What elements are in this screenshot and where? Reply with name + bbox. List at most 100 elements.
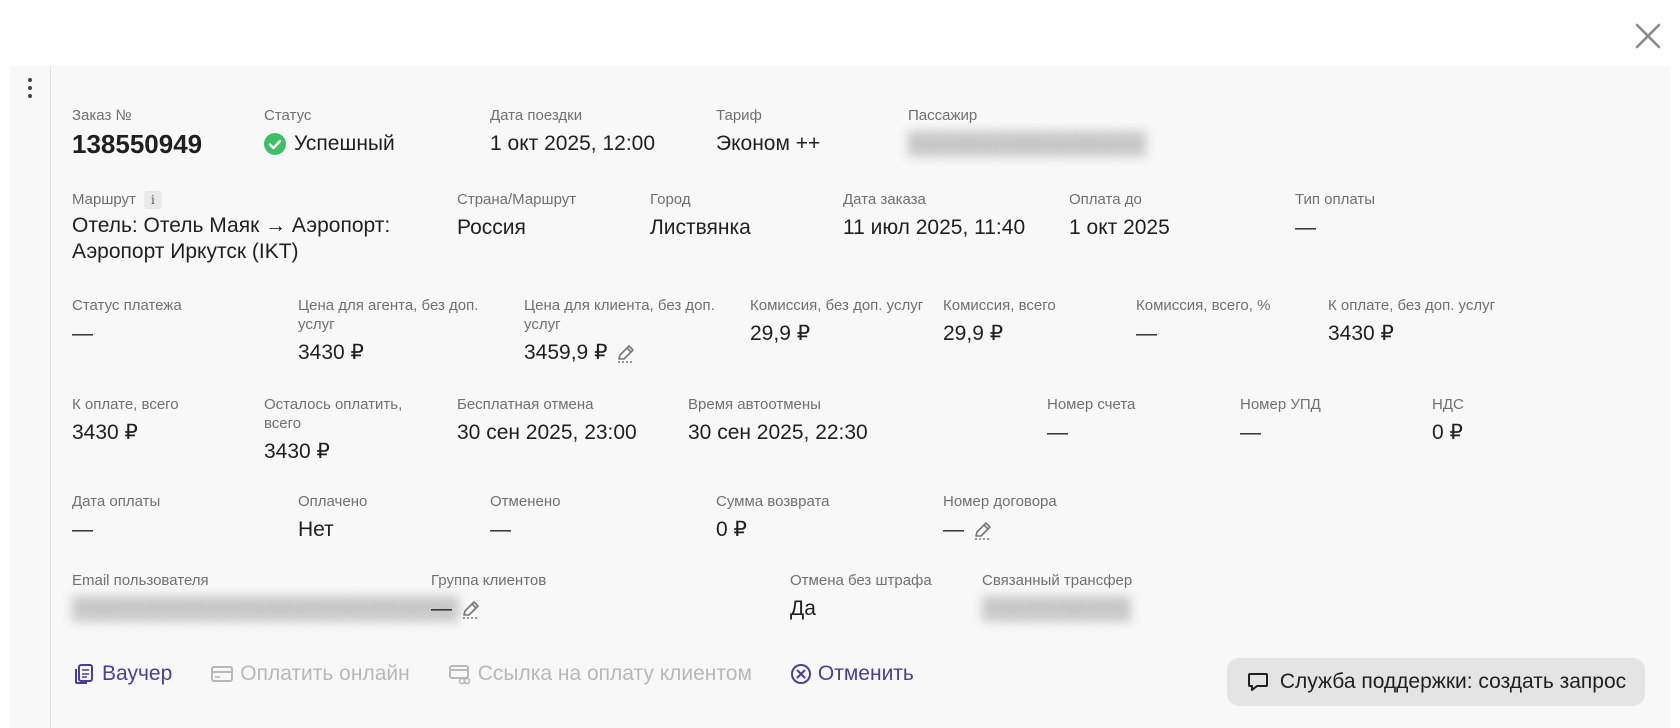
edit-pencil-icon[interactable] [460, 598, 482, 620]
tariff-label: Тариф [716, 107, 762, 124]
contract-label: Номер договора [943, 493, 1057, 510]
order-number-label: Заказ № [72, 107, 132, 124]
agent-price-value: 3430 ₽ [298, 341, 364, 364]
order-date-field: Дата заказа 11 июл 2025, 11:40 [843, 190, 1025, 241]
remaining-field: Осталось оплатить, всего 3430 ₽ [264, 395, 402, 465]
action-bar: Ваучер Оплатить онлайн Ссылка на оплату … [72, 662, 952, 686]
paid-label: Оплачено [298, 493, 368, 510]
cancelled-label: Отменено [490, 493, 561, 510]
refund-value: 0 ₽ [716, 518, 747, 541]
paid-date-field: Дата оплаты — [72, 492, 160, 543]
paid-date-label: Дата оплаты [72, 493, 161, 510]
success-check-icon [264, 133, 286, 155]
status-label: Статус [264, 107, 312, 124]
free-cancel-label: Бесплатная отмена [457, 396, 594, 413]
support-request-button[interactable]: Служба поддержки: создать запрос [1227, 658, 1645, 706]
info-icon[interactable]: i [143, 191, 162, 210]
cancelled-field: Отменено — [490, 492, 560, 543]
remaining-label-1: Осталось оплатить, [264, 396, 403, 413]
commission-pct-label: Комиссия, всего, % [1136, 297, 1271, 314]
trip-date-value: 1 окт 2025, 12:00 [490, 132, 656, 155]
edit-pencil-icon[interactable] [972, 519, 994, 541]
cancel-order-label: Отменить [817, 662, 914, 685]
status-field: Статус Успешный [264, 106, 395, 157]
client-group-label: Группа клиентов [431, 572, 547, 589]
linked-transfer-field: Связанный трансфер ██████████ [982, 571, 1132, 622]
no-penalty-label: Отмена без штрафа [790, 572, 932, 589]
email-label: Email пользователя [72, 572, 209, 589]
order-date-value: 11 июл 2025, 11:40 [843, 216, 1026, 239]
country-label: Страна/Маршрут [457, 191, 577, 208]
route-line-1: Отель: Отель Маяк → Аэропорт: [72, 214, 391, 238]
city-label: Город [650, 191, 691, 208]
passenger-label: Пассажир [908, 107, 978, 124]
route-label: Маршрут i [72, 190, 432, 210]
upd-label: Номер УПД [1240, 396, 1321, 413]
commission-total-field: Комиссия, всего 29,9 ₽ [943, 296, 1056, 347]
credit-card-icon [211, 666, 234, 682]
no-penalty-field: Отмена без штрафа Да [790, 571, 932, 622]
payment-link-label: Ссылка на оплату клиентом [477, 662, 752, 685]
client-price-value: 3459,9 ₽ [524, 341, 608, 364]
payment-link-button[interactable]: Ссылка на оплату клиентом [448, 662, 752, 686]
refund-field: Сумма возврата 0 ₽ [716, 492, 830, 543]
to-pay-total-value: 3430 ₽ [72, 421, 138, 444]
commission-pct-field: Комиссия, всего, % — [1136, 296, 1270, 347]
free-cancel-field: Бесплатная отмена 30 сен 2025, 23:00 [457, 395, 637, 446]
country-field: Страна/Маршрут Россия [457, 190, 576, 241]
cancelled-value: — [490, 518, 511, 541]
tariff-value: Эконом ++ [716, 132, 821, 155]
upd-field: Номер УПД — [1240, 395, 1321, 446]
order-number: 138550949 [72, 129, 203, 159]
pay-online-label: Оплатить онлайн [240, 662, 410, 685]
cancel-circle-icon [790, 664, 811, 684]
commission-value: 29,9 ₽ [750, 322, 811, 345]
refund-label: Сумма возврата [716, 493, 830, 510]
close-icon[interactable] [1632, 20, 1664, 52]
country-value: Россия [457, 216, 526, 239]
paid-date-value: — [72, 518, 93, 541]
client-group-value: — [431, 597, 452, 620]
agent-price-label-2: услуг [298, 316, 335, 333]
tariff-field: Тариф Эконом ++ [716, 106, 820, 157]
contract-value: — [943, 518, 964, 541]
upd-value: — [1240, 421, 1261, 444]
to-pay-total-field: К оплате, всего 3430 ₽ [72, 395, 179, 446]
invoice-value: — [1047, 421, 1068, 444]
city-value: Листвянка [650, 216, 751, 239]
to-pay-no-extra-field: К оплате, без доп. услуг 3430 ₽ [1328, 296, 1495, 347]
chat-bubble-icon [1247, 673, 1268, 691]
edit-pencil-icon[interactable] [615, 342, 637, 364]
trip-date-field: Дата поездки 1 окт 2025, 12:00 [490, 106, 655, 157]
support-request-label: Служба поддержки: создать запрос [1279, 670, 1627, 693]
vat-field: НДС 0 ₽ [1432, 395, 1464, 446]
order-number-field: Заказ № 138550949 [72, 106, 202, 159]
linked-transfer-value-redacted: ██████████ [982, 597, 1131, 620]
auto-cancel-value: 30 сен 2025, 22:30 [688, 421, 868, 444]
client-price-label-1: Цена для клиента, без доп. [524, 297, 715, 314]
agent-price-field: Цена для агента, без доп. услуг 3430 ₽ [298, 296, 478, 366]
to-pay-no-extra-value: 3430 ₽ [1328, 322, 1394, 345]
agent-price-label-1: Цена для агента, без доп. [298, 297, 479, 314]
documents-icon [75, 664, 93, 684]
route-field: Маршрут i Отель: Отель Маяк → Аэропорт: А… [72, 190, 432, 265]
payment-status-field: Статус платежа — [72, 296, 182, 347]
pay-until-value: 1 окт 2025 [1069, 216, 1170, 239]
status-value: Успешный [294, 132, 395, 155]
free-cancel-value: 30 сен 2025, 23:00 [457, 421, 637, 444]
pay-until-field: Оплата до 1 окт 2025 [1069, 190, 1170, 241]
client-price-field: Цена для клиента, без доп. услуг 3459,9 … [524, 296, 715, 366]
voucher-button[interactable]: Ваучер [72, 662, 172, 686]
passenger-field: Пассажир ████████████████ [908, 106, 1146, 157]
invoice-field: Номер счета — [1047, 395, 1135, 446]
commission-field: Комиссия, без доп. услуг 29,9 ₽ [750, 296, 923, 347]
trip-date-label: Дата поездки [490, 107, 583, 124]
paid-value: Нет [298, 518, 334, 541]
pay-online-button[interactable]: Оплатить онлайн [210, 662, 410, 686]
more-menu-icon[interactable] [24, 78, 36, 102]
no-penalty-value: Да [790, 597, 816, 620]
vat-label: НДС [1432, 396, 1464, 413]
cancel-order-button[interactable]: Отменить [790, 662, 914, 686]
city-field: Город Листвянка [650, 190, 751, 241]
linked-transfer-label: Связанный трансфер [982, 572, 1133, 589]
